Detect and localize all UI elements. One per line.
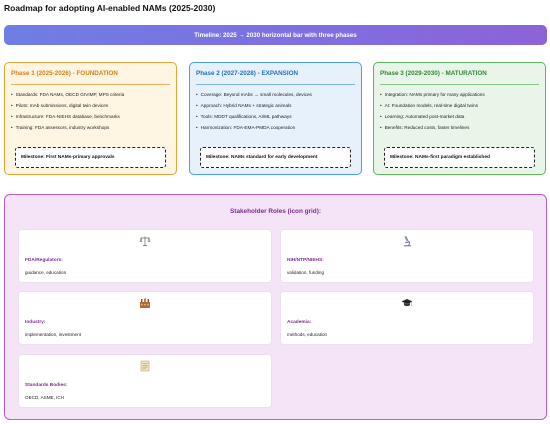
divider: [11, 84, 170, 85]
stakeholder-role: Academia:: [287, 320, 312, 325]
list-item: Tools: MDDT qualifications, AI/ML pathwa…: [196, 114, 357, 120]
phase-items: Coverage: Beyond mAbs → small molecules,…: [196, 92, 357, 136]
list-item: Approach: Hybrid NAMs + strategic animal…: [196, 103, 357, 109]
stakeholder-card-nih: NIH/NTP/NIEHS: validation, funding: [280, 229, 534, 283]
list-item: Training: FDA assessors, industry worksh…: [11, 125, 172, 131]
stakeholder-desc: validation, funding: [287, 270, 325, 275]
stakeholder-panel: Stakeholder Roles (icon grid): FDA/Regul…: [4, 194, 547, 420]
milestone-box: Milestone: First NAMs-primary approvals: [15, 147, 166, 168]
stakeholder-title: Stakeholder Roles (icon grid):: [230, 208, 321, 215]
timeline-bar: Timeline: 2025 → 2030 horizontal bar wit…: [4, 25, 547, 45]
phase-3-card: Phase 3 (2029-2030) - MATURATION Integra…: [373, 62, 546, 175]
phase-1-card: Phase 1 (2025-2026) - FOUNDATION Standar…: [4, 62, 177, 175]
stakeholder-desc: implementation, investment: [25, 332, 81, 337]
list-item: Benefits: Reduced costs, faster timeline…: [380, 125, 541, 131]
document-icon: [140, 360, 150, 372]
phase-2-card: Phase 2 (2027-2028) - EXPANSION Coverage…: [189, 62, 362, 175]
stakeholder-desc: methods, education: [287, 332, 328, 337]
scales-icon: [139, 236, 151, 247]
stakeholder-role: NIH/NTP/NIEHS:: [287, 258, 324, 263]
phase-title: Phase 2 (2027-2028) - EXPANSION: [196, 70, 299, 77]
stakeholder-card-academia: Academia: methods, education: [280, 291, 534, 345]
list-item: Infrastructure: FDA-NIEHS database, benc…: [11, 114, 172, 120]
microscope-icon: [404, 235, 411, 247]
stakeholder-desc: guidance, education: [25, 270, 67, 275]
list-item: AI: Foundation models, real-time digital…: [380, 103, 541, 109]
list-item: Pilots: mAb submissions, digital twin de…: [11, 103, 172, 109]
page-title: Roadmap for adopting AI-enabled NAMs (20…: [4, 3, 216, 13]
stakeholder-role: FDA/Regulators:: [25, 258, 63, 263]
divider: [196, 84, 355, 85]
stakeholder-card-industry: Industry: implementation, investment: [18, 291, 272, 345]
list-item: Learning: Automated post-market data: [380, 114, 541, 120]
stakeholder-role: Industry:: [25, 320, 46, 325]
milestone-box: Milestone: NAMs standard for early devel…: [200, 147, 351, 168]
divider: [380, 84, 539, 85]
phase-items: Standards: FDA NAMs, OECD GIVIMP, MPS cr…: [11, 92, 172, 136]
list-item: Coverage: Beyond mAbs → small molecules,…: [196, 92, 357, 98]
milestone-box: Milestone: NAMs-first paradigm establish…: [384, 147, 535, 168]
graduation-cap-icon: [401, 299, 413, 307]
stakeholder-desc: OECD, ASME, ICH: [25, 395, 65, 400]
stakeholder-role: Standards Bodies:: [25, 383, 68, 388]
stakeholder-card-fda: FDA/Regulators: guidance, education: [18, 229, 272, 283]
list-item: Integration: NAMs primary for many appli…: [380, 92, 541, 98]
phase-title: Phase 3 (2029-2030) - MATURATION: [380, 70, 487, 77]
list-item: Harmonization: FDA-EMA-PMDA cooperation: [196, 125, 357, 131]
list-item: Standards: FDA NAMs, OECD GIVIMP, MPS cr…: [11, 92, 172, 98]
factory-icon: [140, 298, 150, 308]
phase-items: Integration: NAMs primary for many appli…: [380, 92, 541, 136]
stakeholder-card-standards: Standards Bodies: OECD, ASME, ICH: [18, 354, 272, 408]
phase-title: Phase 1 (2025-2026) - FOUNDATION: [11, 70, 118, 77]
